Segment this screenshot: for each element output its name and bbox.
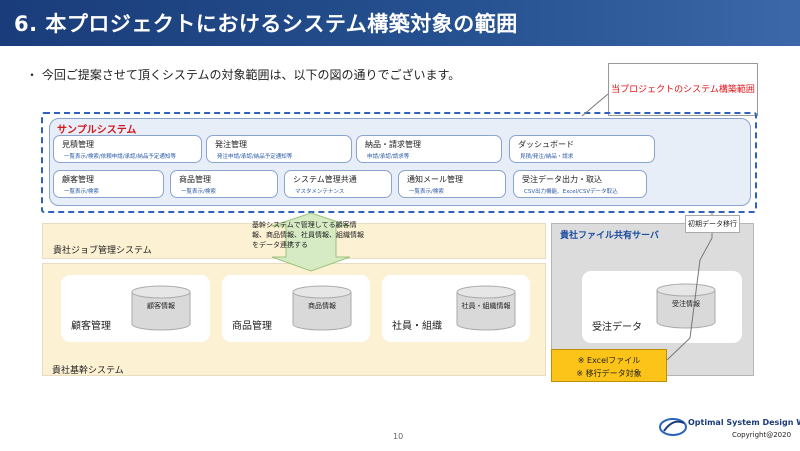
scope-callout-label: 当プロジェクトのシステム構築範囲 <box>611 85 755 95</box>
module-title: 通知メール管理 <box>407 175 463 184</box>
core-card-customer: 顧客情報 顧客管理 <box>61 275 210 342</box>
module-title: 見積管理 <box>62 140 94 149</box>
module-order-data-io: 受注データ出力・取込 CSV出力機能、Excel/CSVデータ取込 <box>513 170 647 198</box>
file-share-title: 貴社ファイル共有サーバ <box>560 231 659 241</box>
copyright: Copyright@2020 <box>732 431 792 439</box>
module-system-common: システム管理共通 マスタメンテナンス <box>284 170 392 198</box>
card-label: 顧客管理 <box>71 321 111 332</box>
card-label: 受注データ <box>592 322 642 333</box>
order-data-card: 受注情報 受注データ <box>582 271 742 343</box>
excel-note-line1: ※ Excelファイル <box>577 356 641 365</box>
db-label: 受注情報 <box>672 300 700 308</box>
page-number: 10 <box>393 432 404 441</box>
database-icon: 受注情報 <box>656 283 716 329</box>
module-subtitle: 一覧表示/検索 <box>64 189 99 195</box>
excel-migration-note: ※ Excelファイル ※ 移行データ対象 <box>551 349 667 382</box>
module-product: 商品管理 一覧表示/検索 <box>170 170 278 198</box>
module-subtitle: マスタメンテナンス <box>295 189 345 195</box>
excel-note-line2: ※ 移行データ対象 <box>576 369 642 378</box>
db-label: 商品情報 <box>308 302 336 310</box>
module-title: ダッシュボード <box>518 140 574 149</box>
database-icon: 社員・組織情報 <box>456 285 516 331</box>
job-management-label: 貴社ジョブ管理システム <box>53 246 152 256</box>
data-sync-text: 基幹システムで管理してる顧客情報、商品情報、社員情報、組織情報をデータ連携する <box>252 221 364 249</box>
module-subtitle: 見積/発注/納品・請求 <box>520 154 574 160</box>
core-system-label: 貴社基幹システム <box>52 366 124 376</box>
migration-label-text: 初期データ移行 <box>688 220 737 228</box>
initial-migration-label: 初期データ移行 <box>685 215 740 233</box>
module-subtitle: CSV出力機能、Excel/CSVデータ取込 <box>524 189 618 195</box>
db-label: 社員・組織情報 <box>461 302 511 310</box>
module-title: 発注管理 <box>215 140 247 149</box>
module-subtitle: 一覧表示/検索 <box>181 189 216 195</box>
title-bar: 6. 本プロジェクトにおけるシステム構築対象の範囲 <box>0 0 800 46</box>
module-title: 納品・請求管理 <box>365 140 421 149</box>
module-subtitle: 申請/承認/請求等 <box>367 154 410 160</box>
module-title: 商品管理 <box>179 175 211 184</box>
database-icon: 顧客情報 <box>131 285 191 331</box>
module-subtitle: 一覧表示/検索 <box>409 189 444 195</box>
card-label: 社員・組織 <box>392 321 442 332</box>
module-order: 発注管理 発注申請/承認/納品予定通知等 <box>206 135 352 163</box>
module-delivery-billing: 納品・請求管理 申請/承認/請求等 <box>356 135 502 163</box>
scope-callout: 当プロジェクトのシステム構築範囲 <box>608 63 758 116</box>
sample-system-title: サンプルシステム <box>57 125 137 136</box>
module-title: 顧客管理 <box>62 175 94 184</box>
core-card-product: 商品情報 商品管理 <box>222 275 370 342</box>
database-icon: 商品情報 <box>292 285 352 331</box>
core-card-staff-org: 社員・組織情報 社員・組織 <box>382 275 530 342</box>
intro-text: ・ 今回ご提案させて頂くシステムの対象範囲は、以下の図の通りでございます。 <box>26 68 461 82</box>
module-subtitle: 一覧表示/検索/依頼申請/承認/納品予定通知等 <box>64 154 176 160</box>
module-mail-notification: 通知メール管理 一覧表示/検索 <box>398 170 506 198</box>
module-estimate: 見積管理 一覧表示/検索/依頼申請/承認/納品予定通知等 <box>53 135 202 163</box>
module-subtitle: 発注申請/承認/納品予定通知等 <box>217 154 293 160</box>
module-dashboard: ダッシュボード 見積/発注/納品・請求 <box>509 135 655 163</box>
module-title: 受注データ出力・取込 <box>522 175 602 184</box>
db-label: 顧客情報 <box>147 302 175 310</box>
page-title: 6. 本プロジェクトにおけるシステム構築対象の範囲 <box>14 12 518 36</box>
module-title: システム管理共通 <box>293 175 357 184</box>
company-name: Optimal System Design Works <box>688 418 800 427</box>
company-logo-icon <box>658 416 688 438</box>
module-customer: 顧客管理 一覧表示/検索 <box>53 170 164 198</box>
card-label: 商品管理 <box>232 321 272 332</box>
